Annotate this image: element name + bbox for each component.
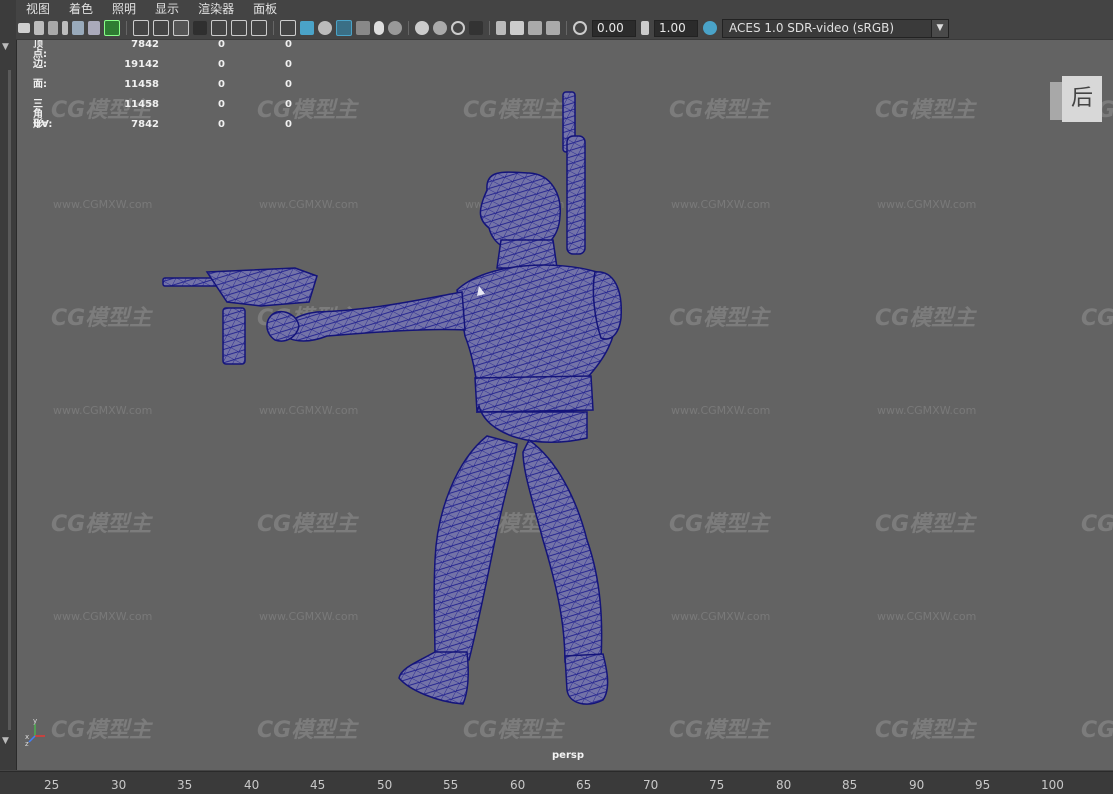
xray-components-icon[interactable] xyxy=(546,21,560,35)
motion-blur-icon[interactable] xyxy=(433,21,447,35)
timeline-tick-label: 55 xyxy=(443,778,459,792)
field-chart-icon[interactable] xyxy=(211,20,227,36)
hud-label: 顶点: xyxy=(33,40,47,60)
safe-action-icon[interactable] xyxy=(231,20,247,36)
hud-value: 0 xyxy=(285,59,292,70)
axis-gizmo-icon: y x z xyxy=(25,717,45,746)
separator xyxy=(273,21,274,35)
hud-value: 0 xyxy=(285,119,292,130)
menu-panels[interactable]: 面板 xyxy=(243,0,286,17)
hud-value: 0 xyxy=(285,40,292,50)
hud-value: 7842 xyxy=(131,119,159,130)
timeline-tick-label: 70 xyxy=(643,778,659,792)
bookmark-icon[interactable] xyxy=(48,21,58,35)
separator xyxy=(126,21,127,35)
safe-title-icon[interactable] xyxy=(251,20,267,36)
timeline-tick-label: 75 xyxy=(709,778,725,792)
camera-name-label: persp xyxy=(552,750,584,761)
panel-toolbar: 0.00 1.00 ACES 1.0 SDR-video (sRGB) ▼ xyxy=(16,17,1113,40)
hud-label: 边: xyxy=(33,59,47,70)
exposure-field[interactable]: 0.00 xyxy=(592,19,636,37)
xray-icon[interactable] xyxy=(510,21,524,35)
timeline-tick-label: 35 xyxy=(177,778,193,792)
smooth-shade-icon[interactable] xyxy=(300,21,314,35)
image-plane-icon[interactable] xyxy=(62,21,68,35)
gate-mask-icon[interactable] xyxy=(193,21,207,35)
hud-label: 面: xyxy=(33,79,47,90)
menu-lighting[interactable]: 照明 xyxy=(102,0,145,17)
use-lights-icon[interactable] xyxy=(374,21,384,35)
screen-space-ao-icon[interactable] xyxy=(415,21,429,35)
left-scroll-bar[interactable] xyxy=(8,70,11,730)
timeline-tick-label: 45 xyxy=(310,778,326,792)
menu-renderer[interactable]: 渲染器 xyxy=(188,0,243,17)
wireframe-on-shaded-icon[interactable] xyxy=(336,20,352,36)
menu-shading[interactable]: 着色 xyxy=(59,0,102,17)
gamma-icon[interactable] xyxy=(641,21,649,35)
menu-show[interactable]: 显示 xyxy=(145,0,188,17)
timeline-tick-label: 85 xyxy=(842,778,858,792)
film-gate-icon[interactable] xyxy=(153,20,169,36)
hud-value: 11458 xyxy=(124,79,159,90)
collapse-arrow-icon-bottom[interactable]: ▼ xyxy=(2,737,9,746)
timeline-tick-label: 50 xyxy=(377,778,393,792)
color-space-value: ACES 1.0 SDR-video (sRGB) xyxy=(729,21,895,35)
timeline-tick-label: 80 xyxy=(776,778,792,792)
gamma-field[interactable]: 1.00 xyxy=(654,19,698,37)
textured-icon[interactable] xyxy=(356,21,370,35)
separator xyxy=(566,21,567,35)
timeline-tick-label: 90 xyxy=(909,778,925,792)
color-management-icon[interactable] xyxy=(703,21,717,35)
axis-y-label: y xyxy=(33,717,37,725)
chevron-down-icon[interactable]: ▼ xyxy=(931,19,948,37)
soldier-wireframe-model[interactable] xyxy=(17,40,1113,770)
grid-icon[interactable] xyxy=(133,20,149,36)
hud-value: 0 xyxy=(218,40,225,50)
exposure-icon[interactable] xyxy=(573,21,587,35)
xray-joints-icon[interactable] xyxy=(528,21,542,35)
hud-value: 0 xyxy=(218,79,225,90)
shadows-icon[interactable] xyxy=(388,21,402,35)
depth-of-field-icon[interactable] xyxy=(469,21,483,35)
timeline-tick-label: 40 xyxy=(244,778,260,792)
hud-value: 11458 xyxy=(124,99,159,110)
timeline-tick-label: 100 xyxy=(1041,778,1064,792)
collapse-arrow-icon[interactable]: ▼ xyxy=(2,43,9,52)
2d-pan-zoom-icon[interactable] xyxy=(88,21,100,35)
separator xyxy=(489,21,490,35)
camera-select-icon[interactable] xyxy=(18,23,30,33)
view-cube-side[interactable] xyxy=(1050,82,1062,120)
draw-tool-icon[interactable] xyxy=(104,20,120,36)
anti-aliasing-icon[interactable] xyxy=(451,21,465,35)
timeline-tick-label: 60 xyxy=(510,778,526,792)
default-material-icon[interactable] xyxy=(318,21,332,35)
menu-view[interactable]: 视图 xyxy=(16,0,59,17)
hud-value: 0 xyxy=(218,59,225,70)
wireframe-icon[interactable] xyxy=(280,20,296,36)
timeline-tick-label: 95 xyxy=(975,778,991,792)
panel-menubar: 视图 着色 照明 显示 渲染器 面板 xyxy=(16,0,1113,17)
grease-pencil-icon[interactable] xyxy=(72,21,84,35)
hud-label: UV: xyxy=(33,119,53,130)
view-cube[interactable]: 后 xyxy=(1048,74,1104,124)
resolution-gate-icon[interactable] xyxy=(173,20,189,36)
hud-value: 0 xyxy=(218,99,225,110)
hud-value: 0 xyxy=(285,99,292,110)
axis-z-label: z xyxy=(25,740,29,746)
timeline-tick-label: 30 xyxy=(111,778,127,792)
view-cube-back-face[interactable]: 后 xyxy=(1062,76,1102,122)
color-space-dropdown[interactable]: ACES 1.0 SDR-video (sRGB) ▼ xyxy=(722,18,949,38)
camera-attributes-icon[interactable] xyxy=(34,21,44,35)
3d-viewport[interactable]: CG模型主 CG模型主 CG模型主 CG模型主 CG模型主 CG模型主 www.… xyxy=(17,40,1113,770)
isolate-select-icon[interactable] xyxy=(496,21,506,35)
timeline-tick-label: 65 xyxy=(576,778,592,792)
hud-value: 7842 xyxy=(131,40,159,50)
left-shelf-edge: ▼ ▼ xyxy=(0,0,17,770)
separator xyxy=(408,21,409,35)
hud-value: 0 xyxy=(218,119,225,130)
timeline-tick-label: 25 xyxy=(44,778,60,792)
time-slider[interactable]: 25 30 35 40 45 50 55 60 65 70 75 80 85 9… xyxy=(0,771,1113,794)
hud-value: 0 xyxy=(285,79,292,90)
hud-value: 19142 xyxy=(124,59,159,70)
